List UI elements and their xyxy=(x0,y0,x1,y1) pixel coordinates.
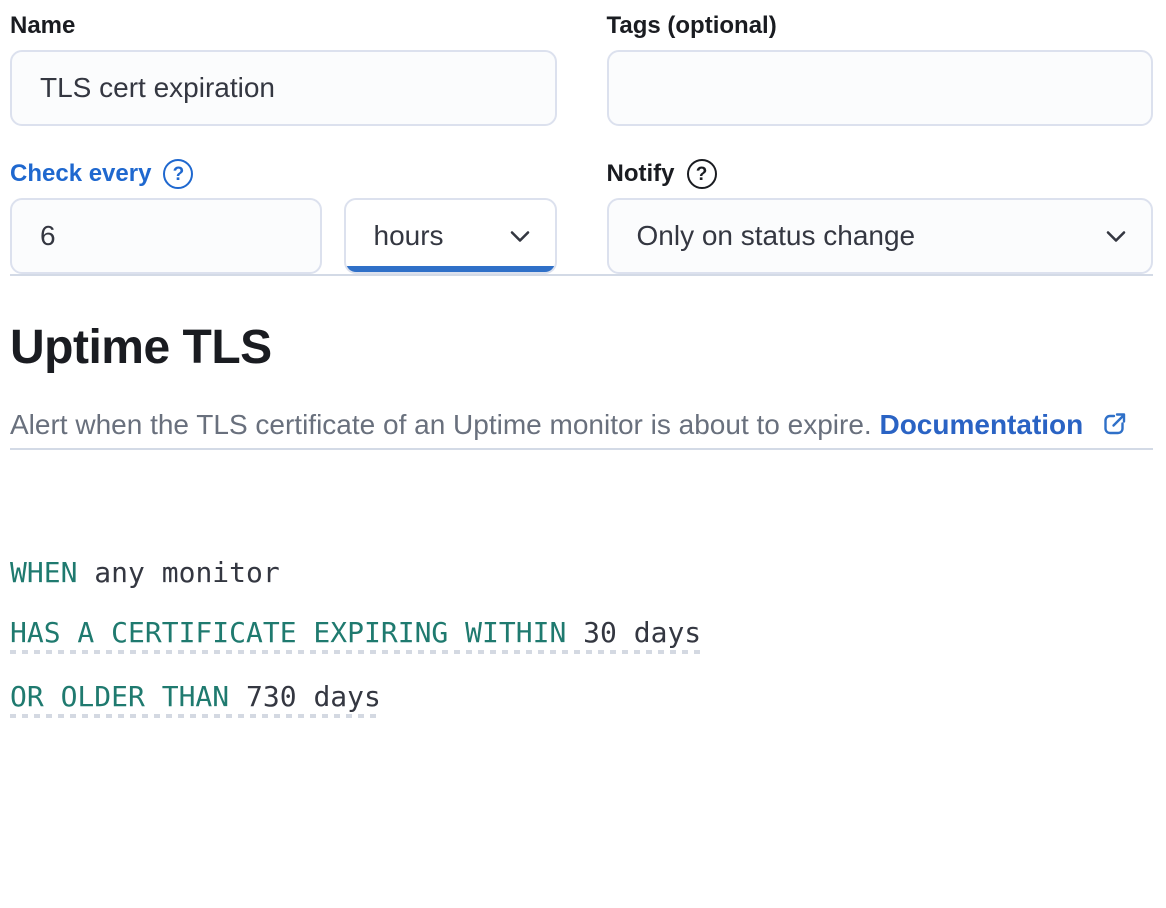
expression-keyword: WHEN xyxy=(10,556,77,589)
documentation-link[interactable]: Documentation xyxy=(879,409,1083,440)
rule-type-title: Uptime TLS xyxy=(10,320,1153,376)
expression-older-than[interactable]: OR OLDER THAN 730 days xyxy=(10,680,381,728)
interval-value-input[interactable] xyxy=(10,198,322,274)
check-every-field-group: Check every ? hours xyxy=(10,158,557,274)
external-link-icon xyxy=(1101,410,1129,438)
rule-form-page: Name Tags (optional) Check every ? hours xyxy=(0,0,1166,728)
section-divider xyxy=(10,274,1153,276)
name-label-text: Name xyxy=(10,12,75,40)
expression-keyword: HAS A CERTIFICATE EXPIRING WITHIN xyxy=(10,616,566,649)
expression-when: WHEN any monitor xyxy=(10,556,280,600)
tags-field-group: Tags (optional) xyxy=(607,10,1154,126)
rule-details-row: Name Tags (optional) xyxy=(10,10,1153,126)
notify-label: Notify ? xyxy=(607,158,1154,190)
tags-label: Tags (optional) xyxy=(607,10,1154,42)
notify-selected-value: Only on status change xyxy=(637,220,916,252)
check-every-label: Check every ? xyxy=(10,158,557,190)
interval-controls: hours xyxy=(10,198,557,274)
expression-row-older-than: OR OLDER THAN 730 days xyxy=(10,680,1153,728)
expression-keyword: OR OLDER THAN xyxy=(10,680,229,713)
tags-input[interactable] xyxy=(607,50,1154,126)
name-field-group: Name xyxy=(10,10,557,126)
chevron-down-icon xyxy=(1101,221,1131,251)
interval-unit-select[interactable]: hours xyxy=(344,198,557,274)
schedule-row: Check every ? hours Notify ? xyxy=(10,158,1153,274)
documentation-link-text: Documentation xyxy=(879,409,1083,440)
interval-unit-value: hours xyxy=(374,220,444,252)
rule-name-input[interactable] xyxy=(10,50,557,126)
rule-type-description-text: Alert when the TLS certificate of an Upt… xyxy=(10,409,872,440)
rule-type-description: Alert when the TLS certificate of an Upt… xyxy=(10,402,1153,448)
notify-field-group: Notify ? Only on status change xyxy=(607,158,1154,274)
section-divider xyxy=(10,448,1153,450)
expression-value: 730 days xyxy=(246,680,381,713)
expression-row-when: WHEN any monitor xyxy=(10,556,1153,600)
expression-expiring-within[interactable]: HAS A CERTIFICATE EXPIRING WITHIN 30 day… xyxy=(10,616,701,664)
tags-label-text: Tags (optional) xyxy=(607,12,777,40)
notify-label-text: Notify xyxy=(607,160,675,188)
alert-condition-expression: WHEN any monitor HAS A CERTIFICATE EXPIR… xyxy=(10,556,1153,728)
question-in-circle-icon[interactable]: ? xyxy=(163,159,193,189)
expression-value: 30 days xyxy=(583,616,701,649)
expression-row-expiring-within: HAS A CERTIFICATE EXPIRING WITHIN 30 day… xyxy=(10,616,1153,664)
notify-select[interactable]: Only on status change xyxy=(607,198,1154,274)
question-in-circle-icon[interactable]: ? xyxy=(687,159,717,189)
name-label: Name xyxy=(10,10,557,42)
expression-value: any monitor xyxy=(94,556,279,589)
check-every-label-text: Check every xyxy=(10,160,151,188)
chevron-down-icon xyxy=(505,221,535,251)
